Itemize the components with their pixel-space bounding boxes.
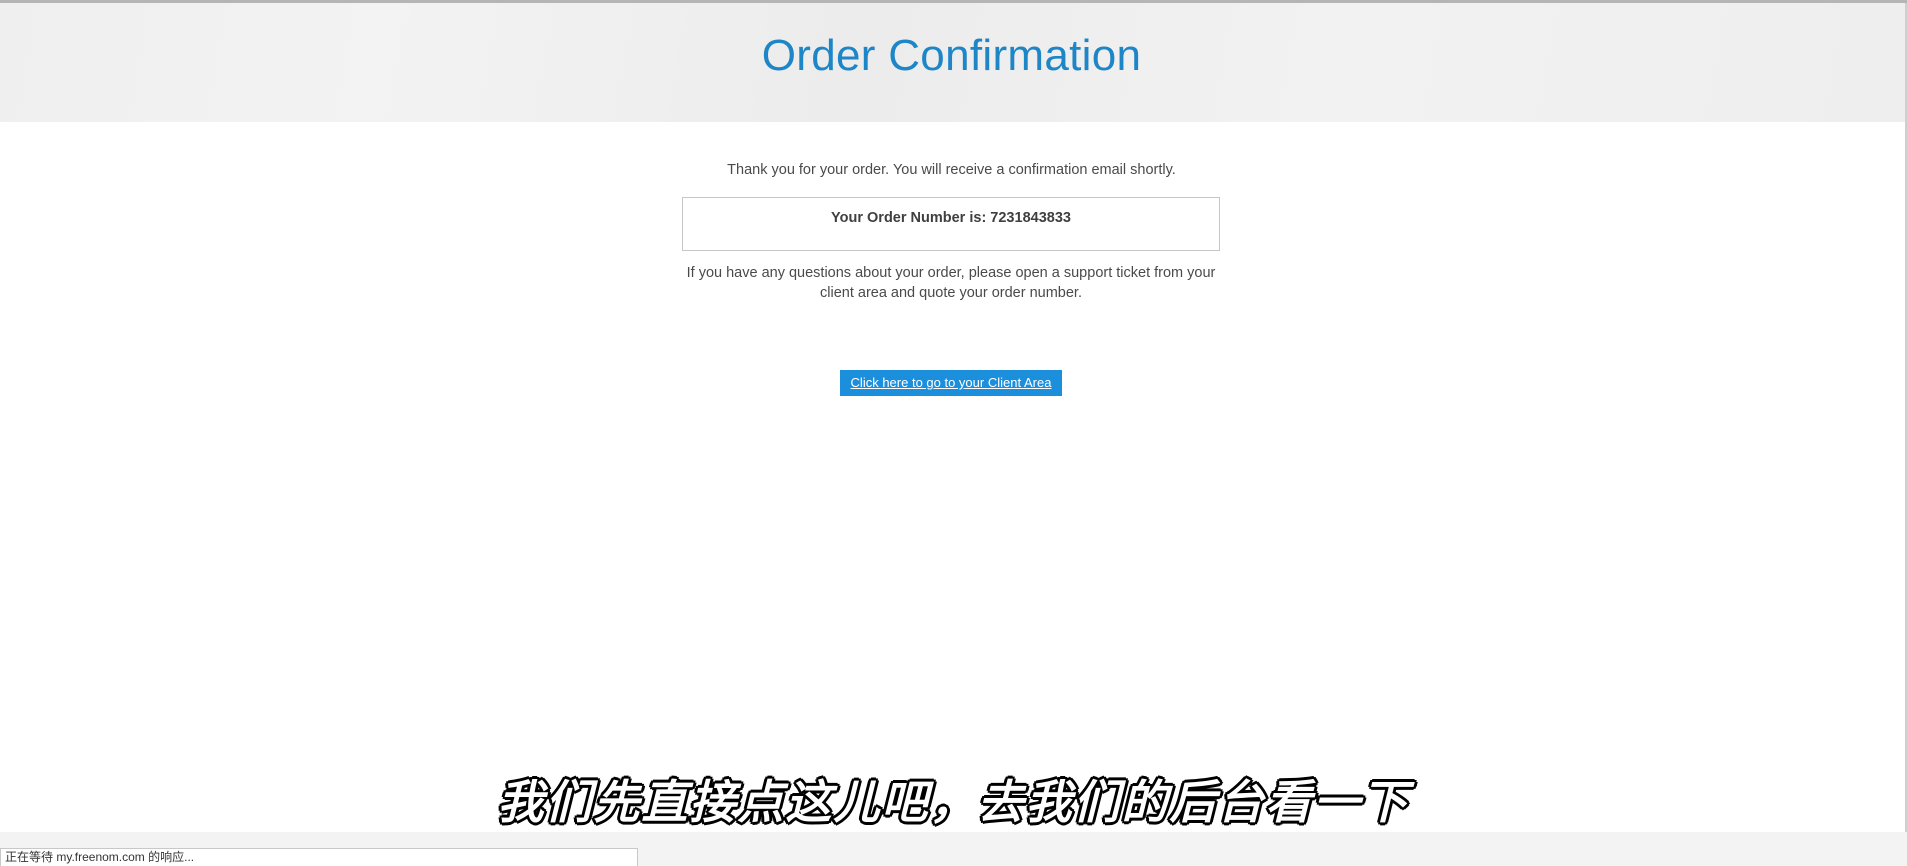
order-number: Your Order Number is: 7231843833	[831, 210, 1071, 226]
thank-you-message: Thank you for your order. You will recei…	[727, 162, 1176, 178]
page-header: Order Confirmation	[0, 3, 1907, 122]
video-subtitle: 我们先直接点这儿吧，去我们的后台看一下	[496, 774, 1410, 831]
support-instructions-line-1: If you have any questions about your ord…	[686, 265, 1216, 281]
order-number-box: Your Order Number is: 7231843833	[682, 197, 1220, 251]
browser-page: Order Confirmation Thank you for your or…	[0, 0, 1907, 866]
client-area-button[interactable]: Click here to go to your Client Area	[840, 370, 1062, 396]
browser-status-bar: 正在等待 my.freenom.com 的响应...	[0, 848, 638, 866]
page-title: Order Confirmation	[761, 31, 1142, 80]
support-instructions: If you have any questions about your ord…	[682, 263, 1220, 303]
support-instructions-line-2: client area and quote your order number.	[820, 285, 1082, 301]
